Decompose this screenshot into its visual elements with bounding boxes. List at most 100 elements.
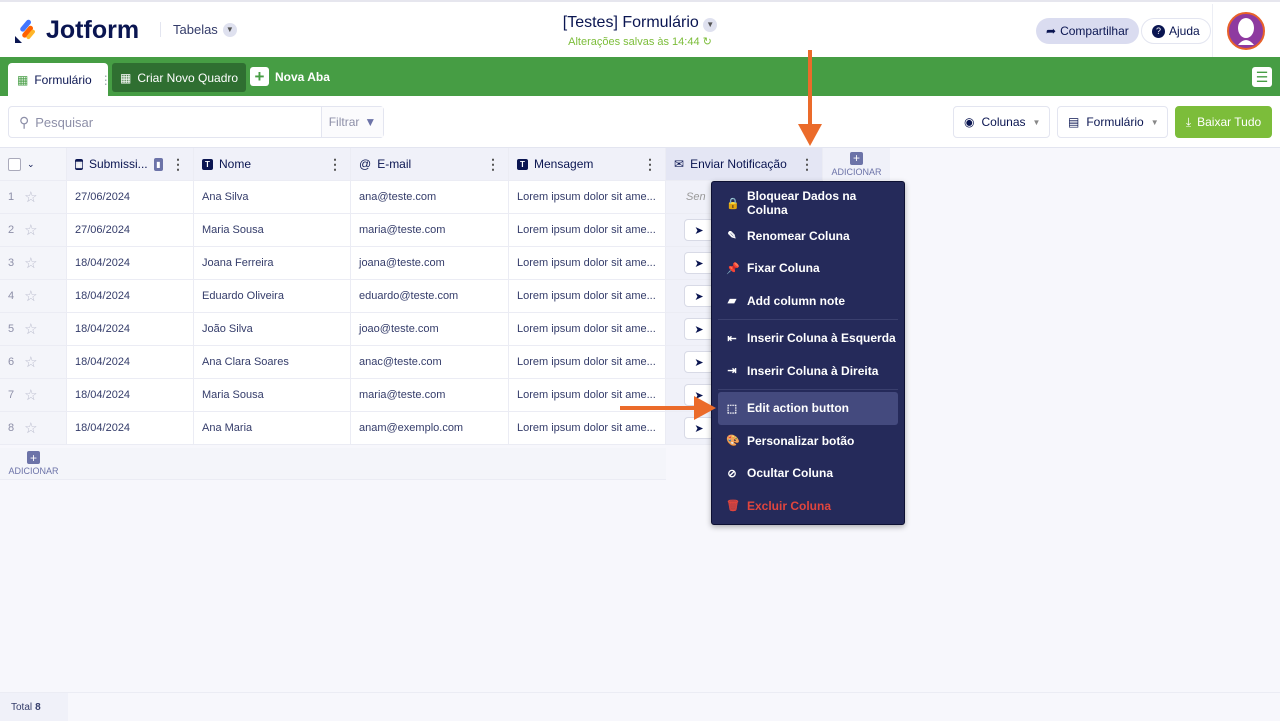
send-notification-button[interactable]: ➤ bbox=[684, 318, 714, 340]
star-icon[interactable]: ☆ bbox=[24, 287, 37, 305]
menu-item-insert-left[interactable]: ⇤ Inserir Coluna à Esquerda bbox=[718, 322, 898, 355]
columns-button[interactable]: ◉ Colunas ▼ bbox=[953, 106, 1050, 138]
menu-item-pin[interactable]: 📌 Fixar Coluna bbox=[718, 252, 898, 285]
menu-item-palette[interactable]: 🎨 Personalizar botão bbox=[718, 425, 898, 458]
message-cell[interactable]: Lorem ipsum dolor sit ame... bbox=[509, 313, 666, 345]
menu-item-eye-off[interactable]: ⊘ Ocultar Coluna bbox=[718, 457, 898, 490]
column-options-icon[interactable]: ⋮ bbox=[486, 156, 500, 173]
star-icon[interactable]: ☆ bbox=[24, 221, 37, 239]
menu-item-label: Personalizar botão bbox=[747, 433, 855, 448]
star-icon[interactable]: ☆ bbox=[24, 353, 37, 371]
name-cell[interactable]: João Silva bbox=[194, 313, 351, 345]
date-cell[interactable]: 18/04/2024 bbox=[67, 379, 194, 411]
name-cell[interactable]: Ana Clara Soares bbox=[194, 346, 351, 378]
form-icon: ▤ bbox=[1068, 115, 1080, 129]
send-notification-button[interactable]: ➤ bbox=[684, 417, 714, 439]
annotation-arrow-right bbox=[620, 406, 696, 410]
column-options-icon[interactable]: ⋮ bbox=[643, 156, 657, 173]
column-header-message[interactable]: T Mensagem ⋮ bbox=[509, 148, 666, 180]
date-cell[interactable]: 18/04/2024 bbox=[67, 412, 194, 444]
search-input[interactable] bbox=[29, 114, 321, 130]
help-button[interactable]: ? Ajuda bbox=[1141, 18, 1211, 44]
email-cell[interactable]: maria@teste.com bbox=[351, 214, 509, 246]
star-icon[interactable]: ☆ bbox=[24, 320, 37, 338]
column-header-email[interactable]: @ E-mail ⋮ bbox=[351, 148, 509, 180]
date-cell[interactable]: 18/04/2024 bbox=[67, 280, 194, 312]
menu-item-lock[interactable]: 🔒 Bloquear Dados na Coluna bbox=[718, 187, 898, 220]
menu-item-label: Bloquear Dados na Coluna bbox=[747, 189, 857, 218]
message-cell[interactable]: Lorem ipsum dolor sit ame... bbox=[509, 181, 666, 213]
star-icon[interactable]: ☆ bbox=[24, 419, 37, 437]
name-cell[interactable]: Eduardo Oliveira bbox=[194, 280, 351, 312]
add-row-button[interactable]: + ADICIONAR bbox=[0, 448, 67, 480]
column-options-icon[interactable]: ⋮ bbox=[800, 156, 814, 173]
column-header-send-notification[interactable]: ✉ Enviar Notificação ⋮ bbox=[666, 148, 823, 180]
share-button[interactable]: ➦ Compartilhar bbox=[1036, 18, 1139, 44]
column-options-icon[interactable]: ⋮ bbox=[171, 156, 185, 173]
email-cell[interactable]: anac@teste.com bbox=[351, 346, 509, 378]
checkbox[interactable] bbox=[8, 157, 21, 171]
menu-item-edit-action[interactable]: ⬚ Edit action button bbox=[718, 392, 898, 425]
send-notification-button[interactable]: ➤ bbox=[684, 252, 714, 274]
menu-item-trash[interactable]: 🗑 Excluir Coluna bbox=[718, 490, 898, 523]
column-header-name[interactable]: T Nome ⋮ bbox=[194, 148, 351, 180]
menu-item-note[interactable]: ▰ Add column note bbox=[718, 285, 898, 318]
menu-item-pencil[interactable]: ✎ Renomear Coluna bbox=[718, 220, 898, 253]
email-cell[interactable]: anam@exemplo.com bbox=[351, 412, 509, 444]
message-cell[interactable]: Lorem ipsum dolor sit ame... bbox=[509, 346, 666, 378]
message-cell[interactable]: Lorem ipsum dolor sit ame... bbox=[509, 412, 666, 444]
hamburger-menu-icon[interactable]: ☰ bbox=[1252, 67, 1272, 87]
row-number: 4 bbox=[8, 290, 15, 302]
toolbar: ⚲ Filtrar ▼ ◉ Colunas ▼ ▤ Formulário ▼ ⤓ Baixa… bbox=[0, 96, 1280, 148]
menu-item-insert-right[interactable]: ⇥ Inserir Coluna à Direita bbox=[718, 355, 898, 388]
create-board-button[interactable]: ▦ Criar Novo Quadro bbox=[112, 63, 247, 92]
add-column-button[interactable]: + ADICIONAR bbox=[823, 148, 890, 180]
name-cell[interactable]: Maria Sousa bbox=[194, 379, 351, 411]
avatar[interactable] bbox=[1227, 12, 1265, 50]
send-notification-button[interactable]: ➤ bbox=[684, 351, 714, 373]
help-icon: ? bbox=[1152, 24, 1165, 38]
email-cell[interactable]: joao@teste.com bbox=[351, 313, 509, 345]
star-icon[interactable]: ☆ bbox=[24, 188, 37, 206]
row-number-cell: 7 ☆ bbox=[0, 379, 67, 411]
top-header: Jotform Tabelas ▼ [Testes] Formulário ▼ A… bbox=[0, 0, 1280, 59]
download-all-button[interactable]: ⤓ Baixar Tudo bbox=[1175, 106, 1272, 138]
pin-icon[interactable]: ▮ bbox=[153, 157, 163, 171]
tab-options-icon[interactable]: ⋮ bbox=[100, 73, 112, 87]
send-notification-button[interactable]: ➤ bbox=[684, 219, 714, 241]
date-cell[interactable]: 18/04/2024 bbox=[67, 313, 194, 345]
email-cell[interactable]: maria@teste.com bbox=[351, 379, 509, 411]
paper-plane-icon: ➤ bbox=[694, 323, 704, 336]
name-cell[interactable]: Maria Sousa bbox=[194, 214, 351, 246]
name-cell[interactable]: Joana Ferreira bbox=[194, 247, 351, 279]
form-select-button[interactable]: ▤ Formulário ▼ bbox=[1057, 106, 1168, 138]
date-cell[interactable]: 27/06/2024 bbox=[67, 181, 194, 213]
tab-formulario[interactable]: ▦ Formulário ⋮ bbox=[8, 63, 112, 96]
email-cell[interactable]: ana@teste.com bbox=[351, 181, 509, 213]
message-cell[interactable]: Lorem ipsum dolor sit ame... bbox=[509, 214, 666, 246]
date-cell[interactable]: 18/04/2024 bbox=[67, 247, 194, 279]
name-cell[interactable]: Ana Maria bbox=[194, 412, 351, 444]
menu-item-label: Fixar Coluna bbox=[747, 261, 820, 276]
date-cell[interactable]: 18/04/2024 bbox=[67, 346, 194, 378]
email-cell[interactable]: joana@teste.com bbox=[351, 247, 509, 279]
email-cell[interactable]: eduardo@teste.com bbox=[351, 280, 509, 312]
column-options-icon[interactable]: ⋮ bbox=[328, 156, 342, 173]
new-tab-button[interactable]: + Nova Aba bbox=[250, 67, 330, 86]
star-icon[interactable]: ☆ bbox=[24, 386, 37, 404]
message-cell[interactable]: Lorem ipsum dolor sit ame... bbox=[509, 280, 666, 312]
add-row-strip bbox=[67, 448, 666, 480]
filter-button[interactable]: Filtrar ▼ bbox=[321, 107, 383, 137]
row-number-cell: 2 ☆ bbox=[0, 214, 67, 246]
menu-item-label: Inserir Coluna à Esquerda bbox=[747, 331, 896, 346]
chevron-down-icon[interactable]: ⌄ bbox=[27, 159, 35, 170]
column-header-submission[interactable]: ▦ Submissi... ▮ ⋮ bbox=[67, 148, 194, 180]
select-all[interactable]: ⌄ bbox=[0, 148, 67, 180]
date-cell[interactable]: 27/06/2024 bbox=[67, 214, 194, 246]
star-icon[interactable]: ☆ bbox=[24, 254, 37, 272]
message-cell[interactable]: Lorem ipsum dolor sit ame... bbox=[509, 247, 666, 279]
eye-icon: ◉ bbox=[964, 115, 975, 129]
row-number-cell: 5 ☆ bbox=[0, 313, 67, 345]
name-cell[interactable]: Ana Silva bbox=[194, 181, 351, 213]
send-notification-button[interactable]: ➤ bbox=[684, 285, 714, 307]
